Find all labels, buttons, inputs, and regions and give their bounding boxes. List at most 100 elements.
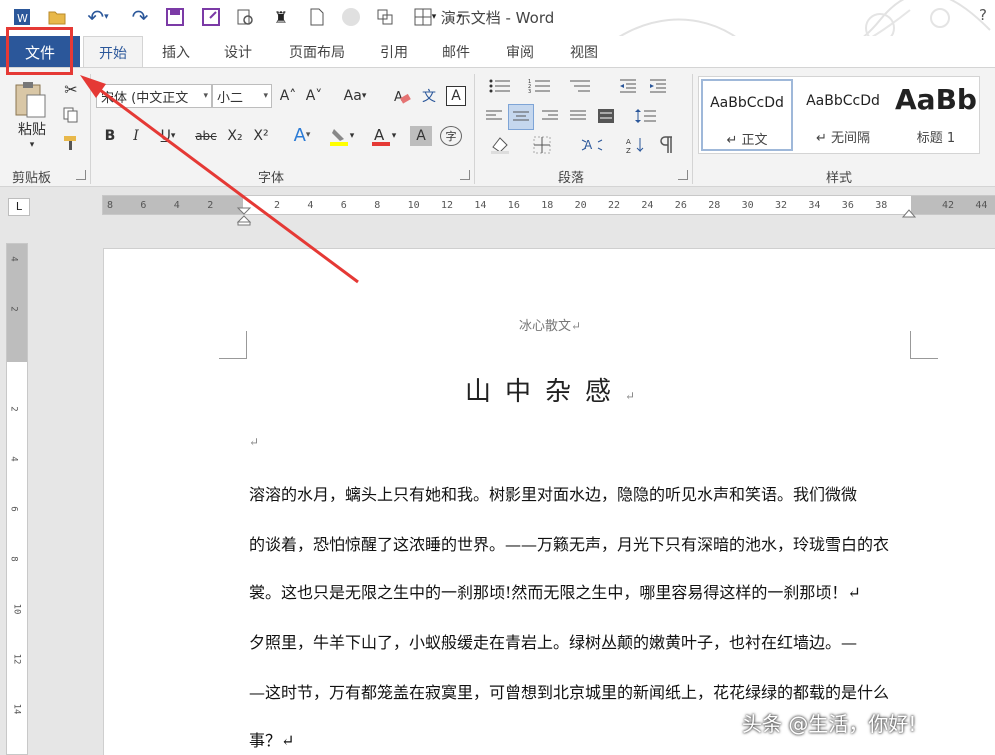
- styles-group-label: 样式: [826, 171, 853, 186]
- body-line: 事？↵: [249, 731, 295, 750]
- tab-review[interactable]: 审阅: [494, 36, 546, 68]
- chevron-down-icon: ▾: [203, 91, 208, 101]
- tab-insert[interactable]: 插入: [150, 36, 202, 68]
- document-page[interactable]: 冰心散文↵ 山中杂感↵ ↵ 溶溶的水月，螭头上只有她和我。树影里对面水边，隐隐的…: [103, 248, 995, 755]
- increase-indent-icon[interactable]: [646, 76, 670, 96]
- ruler-tick: 28: [708, 200, 721, 211]
- chinese-layout-icon[interactable]: A: [574, 134, 610, 156]
- subscript-button[interactable]: X₂: [224, 126, 246, 146]
- distributed-icon[interactable]: [594, 104, 618, 128]
- character-border-button[interactable]: A: [446, 86, 466, 106]
- style-no-spacing[interactable]: AaBbCcDd ↵ 无间隔: [797, 79, 889, 151]
- paste-icon[interactable]: [10, 80, 50, 120]
- right-indent-marker-icon[interactable]: [902, 208, 916, 218]
- text-effect-button[interactable]: A ▾: [286, 124, 318, 146]
- chevron-down-icon: ▾: [263, 91, 268, 101]
- ruler-tick: 38: [875, 200, 888, 211]
- align-left-icon[interactable]: [482, 104, 506, 128]
- paragraph-group-label: 段落: [558, 171, 585, 186]
- tab-stop-selector[interactable]: L: [8, 198, 30, 216]
- show-marks-icon[interactable]: [654, 134, 678, 156]
- tab-page-layout[interactable]: 页面布局: [276, 36, 358, 68]
- help-button[interactable]: ?: [979, 6, 987, 24]
- body-line: —这时节，万有都笼盖在寂寞里，可曾想到北京城里的新闻纸上，花花绿绿的都载的是什么: [249, 683, 890, 702]
- style-name: 标题 1: [916, 131, 956, 146]
- tab-references[interactable]: 引用: [368, 36, 420, 68]
- grow-font-button[interactable]: A˄: [278, 86, 298, 106]
- borders-icon[interactable]: [524, 134, 560, 156]
- ruler-tick: 36: [841, 200, 854, 211]
- indent-marker-icon[interactable]: [236, 206, 252, 226]
- font-size-value: 小二: [217, 90, 244, 106]
- numbering-icon[interactable]: 123: [522, 76, 558, 96]
- watermark: 头条 @生活，你好!: [742, 712, 917, 736]
- style-heading-1[interactable]: AaBb 标题 1: [893, 79, 979, 151]
- highlight-button[interactable]: ▾: [324, 124, 358, 148]
- tab-mailings[interactable]: 邮件: [430, 36, 482, 68]
- bullets-icon[interactable]: [482, 76, 518, 96]
- decrease-indent-icon[interactable]: [616, 76, 640, 96]
- ruler-tick: 32: [775, 200, 788, 211]
- group-divider: [692, 74, 693, 184]
- font-launcher-icon[interactable]: [460, 170, 470, 180]
- ruler-tick: 8: [107, 200, 114, 211]
- superscript-button[interactable]: X²: [250, 126, 272, 146]
- clipboard-launcher-icon[interactable]: [76, 170, 86, 180]
- copy-icon[interactable]: [60, 104, 82, 126]
- ruler-tick: 42: [942, 200, 955, 211]
- format-painter-icon[interactable]: [60, 132, 82, 154]
- underline-label: U: [160, 128, 171, 144]
- document-title: 山中杂感↵: [464, 377, 636, 407]
- enclose-characters-button[interactable]: 字: [440, 126, 462, 146]
- shading-icon[interactable]: [482, 134, 518, 156]
- line-spacing-icon[interactable]: [628, 104, 664, 128]
- ruler-tick: 12: [11, 653, 22, 665]
- clear-formatting-icon[interactable]: A: [390, 86, 414, 106]
- svg-text:A: A: [374, 126, 385, 144]
- title-bar: W ↶ ▾ ↷ ♜ ▾ ▾ 演示文档 - Word ?: [0, 0, 995, 36]
- ruler-tick: 44: [975, 200, 988, 211]
- align-center-icon[interactable]: [508, 104, 534, 130]
- bold-button[interactable]: B: [100, 126, 120, 146]
- style-sample: AaBb: [895, 83, 977, 116]
- ruler-tick: 6: [140, 200, 147, 211]
- svg-text:Z: Z: [626, 147, 631, 154]
- paragraph-launcher-icon[interactable]: [678, 170, 688, 180]
- font-size-dropdown[interactable]: 小二 ▾: [212, 84, 272, 108]
- paste-dropdown-icon[interactable]: ▾: [24, 138, 40, 152]
- tab-view[interactable]: 视图: [558, 36, 610, 68]
- ruler-tick: 12: [441, 200, 454, 211]
- italic-button[interactable]: I: [126, 126, 146, 146]
- multilevel-list-icon[interactable]: [562, 76, 598, 96]
- phonetic-guide-button[interactable]: 文: [418, 86, 440, 106]
- window-title: 演示文档 - Word: [440, 9, 555, 27]
- underline-button[interactable]: U ▾: [152, 126, 184, 146]
- sort-icon[interactable]: AZ: [624, 134, 648, 156]
- style-normal[interactable]: AaBbCcDd ↵ 正文: [701, 79, 793, 151]
- vertical-ruler[interactable]: 4 2 2 4 6 8 10 12 14: [6, 243, 28, 755]
- tab-home[interactable]: 开始: [83, 36, 143, 68]
- ruler-tick: 10: [407, 200, 420, 211]
- font-name-dropdown[interactable]: 宋体 (中文正文 ▾: [96, 84, 212, 108]
- style-sample: AaBbCcDd: [710, 95, 784, 111]
- strikethrough-button[interactable]: abc: [192, 126, 220, 146]
- ruler-tick: 4: [8, 256, 19, 262]
- ruler-tick: 10: [11, 603, 22, 615]
- ruler-tick: 2: [207, 200, 214, 211]
- group-divider: [90, 74, 91, 184]
- change-case-label: Aa: [343, 88, 362, 104]
- tab-file[interactable]: 文件: [0, 36, 80, 68]
- shrink-font-button[interactable]: A˅: [304, 86, 324, 106]
- margin-corner-mark: [910, 331, 938, 359]
- justify-icon[interactable]: [566, 104, 590, 128]
- character-shading-button[interactable]: A: [410, 126, 432, 146]
- change-case-button[interactable]: Aa ▾: [338, 86, 372, 106]
- tab-design[interactable]: 设计: [212, 36, 264, 68]
- font-color-button[interactable]: A ▾: [366, 124, 400, 148]
- align-right-icon[interactable]: [538, 104, 562, 128]
- ruler-tick: 14: [474, 200, 487, 211]
- font-group-label: 字体: [258, 171, 285, 186]
- cut-icon[interactable]: ✂: [60, 78, 82, 100]
- paste-button[interactable]: 粘贴: [12, 120, 52, 138]
- ruler-tick: 18: [541, 200, 554, 211]
